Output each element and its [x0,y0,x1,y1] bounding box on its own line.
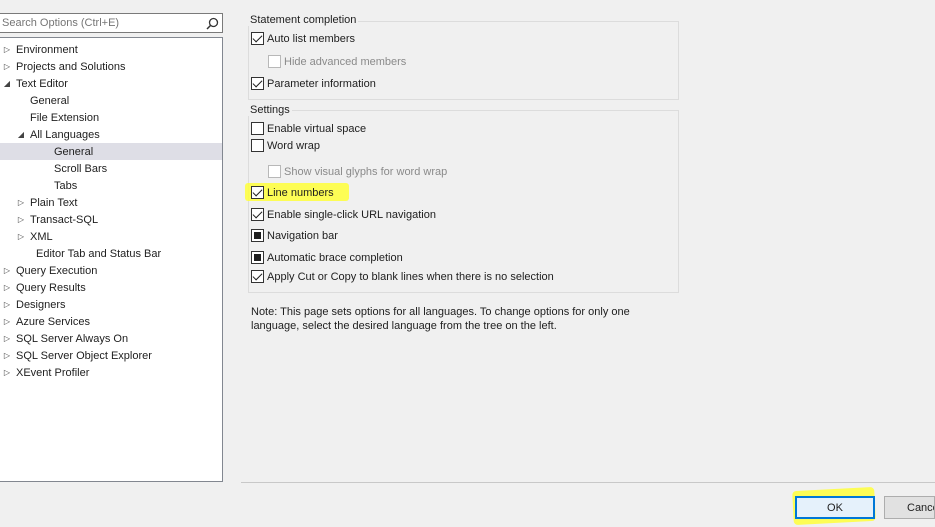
virtual-space-checkbox[interactable] [251,122,264,135]
tree-item-all-languages-general[interactable]: General [0,143,222,160]
tree-item-label: Transact-SQL [30,213,99,226]
expand-arrow-icon[interactable]: ▷ [16,232,26,241]
collapse-arrow-icon[interactable]: ◢ [2,79,12,88]
expand-arrow-icon[interactable]: ▷ [2,334,12,343]
tree-item-transact-sql[interactable]: ▷ Transact-SQL [0,211,222,228]
tree-item-label: Plain Text [30,196,78,209]
expand-arrow-icon[interactable]: ▷ [16,198,26,207]
tree-item-label: Scroll Bars [54,162,108,175]
tree-item-label: Text Editor [16,77,68,90]
brace-completion-option[interactable]: Automatic brace completion [251,251,403,264]
search-icon[interactable] [202,14,222,32]
expand-arrow-icon[interactable]: ▷ [2,368,12,377]
single-click-url-checkbox[interactable] [251,208,264,221]
tree-item-designers[interactable]: ▷ Designers [0,296,222,313]
tree-item-label: SQL Server Always On [16,332,129,345]
navigation-bar-checkbox[interactable] [251,229,264,242]
parameter-information-checkbox[interactable] [251,77,264,90]
tree-item-general[interactable]: General [0,92,222,109]
single-click-url-label: Enable single-click URL navigation [267,208,436,221]
tree-item-scroll-bars[interactable]: Scroll Bars [0,160,222,177]
tree-item-xevent-profiler[interactable]: ▷ XEvent Profiler [0,364,222,381]
auto-list-members-label: Auto list members [267,32,356,45]
line-numbers-checkbox[interactable] [251,186,264,199]
tree-item-azure-services[interactable]: ▷ Azure Services [0,313,222,330]
tree-item-text-editor[interactable]: ◢ Text Editor [0,75,222,92]
expand-arrow-icon[interactable]: ▷ [2,62,12,71]
cut-copy-blank-lines-checkbox[interactable] [251,270,264,283]
navigation-bar-option[interactable]: Navigation bar [251,229,338,242]
hide-advanced-members-checkbox[interactable] [268,55,281,68]
expand-arrow-icon[interactable]: ▷ [2,45,12,54]
tree-item-label: XML [30,230,53,243]
tree-item-label: Azure Services [16,315,90,328]
tree-item-label: SQL Server Object Explorer [16,349,152,362]
auto-list-members-checkbox[interactable] [251,32,264,45]
visual-glyphs-label: Show visual glyphs for word wrap [284,165,448,178]
statement-completion-title: Statement completion [248,14,359,26]
expand-arrow-icon[interactable]: ▷ [2,317,12,326]
tree-item-projects[interactable]: ▷ Projects and Solutions [0,58,222,75]
line-numbers-label: Line numbers [267,186,334,199]
visual-glyphs-checkbox[interactable] [268,165,281,178]
hide-advanced-members-option[interactable]: Hide advanced members [268,55,406,68]
tree-item-label: Environment [16,43,78,56]
tree-item-file-extension[interactable]: File Extension [0,109,222,126]
visual-glyphs-option[interactable]: Show visual glyphs for word wrap [268,165,447,178]
tree-item-label: Projects and Solutions [16,60,126,73]
cancel-button[interactable]: Cancel [884,496,935,519]
tree-item-tabs[interactable]: Tabs [0,177,222,194]
settings-title: Settings [248,104,292,116]
word-wrap-label: Word wrap [267,139,320,152]
tree-item-label: Designers [16,298,66,311]
brace-completion-checkbox[interactable] [251,251,264,264]
ok-button[interactable]: OK [795,496,875,519]
tree-item-editor-tab[interactable]: Editor Tab and Status Bar [0,245,222,262]
tree-item-label: All Languages [30,128,100,141]
parameter-information-label: Parameter information [267,77,376,90]
tree-item-query-results[interactable]: ▷ Query Results [0,279,222,296]
tree-item-environment[interactable]: ▷ Environment [0,41,222,58]
tree-item-label: General [30,94,70,107]
tree-item-label: Tabs [54,179,78,192]
tree-item-all-languages[interactable]: ◢ All Languages [0,126,222,143]
collapse-arrow-icon[interactable]: ◢ [16,130,26,139]
hide-advanced-members-label: Hide advanced members [284,55,407,68]
expand-arrow-icon[interactable]: ▷ [2,351,12,360]
virtual-space-label: Enable virtual space [267,122,367,135]
tree-item-label: Editor Tab and Status Bar [36,247,162,260]
tree-item-plain-text[interactable]: ▷ Plain Text [0,194,222,211]
options-note: Note: This page sets options for all lan… [251,306,630,332]
tree-item-label: File Extension [30,111,100,124]
brace-completion-label: Automatic brace completion [267,251,403,264]
word-wrap-checkbox[interactable] [251,139,264,152]
settings-group [248,110,679,293]
expand-arrow-icon[interactable]: ▷ [2,283,12,292]
search-box[interactable] [0,13,223,33]
tree-item-label: XEvent Profiler [16,366,90,379]
single-click-url-option[interactable]: Enable single-click URL navigation [251,208,436,221]
virtual-space-option[interactable]: Enable virtual space [251,122,366,135]
tree-item-label: Query Results [16,281,86,294]
tree-item-always-on[interactable]: ▷ SQL Server Always On [0,330,222,347]
expand-arrow-icon[interactable]: ▷ [16,215,26,224]
auto-list-members-option[interactable]: Auto list members [251,32,355,45]
cut-copy-blank-lines-label: Apply Cut or Copy to blank lines when th… [267,270,554,283]
tree-item-xml[interactable]: ▷ XML [0,228,222,245]
cut-copy-blank-lines-option[interactable]: Apply Cut or Copy to blank lines when th… [251,270,554,283]
tree-item-label: Query Execution [16,264,98,277]
word-wrap-option[interactable]: Word wrap [251,139,320,152]
line-numbers-option[interactable]: Line numbers [251,186,334,199]
expand-arrow-icon[interactable]: ▷ [2,300,12,309]
options-tree: ▷ Environment ▷ Projects and Solutions ◢ Te… [0,37,223,482]
tree-item-query-execution[interactable]: ▷ Query Execution [0,262,222,279]
expand-arrow-icon[interactable]: ▷ [2,266,12,275]
tree-item-object-explorer[interactable]: ▷ SQL Server Object Explorer [0,347,222,364]
search-input[interactable] [0,14,202,32]
navigation-bar-label: Navigation bar [267,229,338,242]
tree-item-label: General [54,145,94,158]
footer-separator [241,482,935,483]
parameter-information-option[interactable]: Parameter information [251,77,376,90]
